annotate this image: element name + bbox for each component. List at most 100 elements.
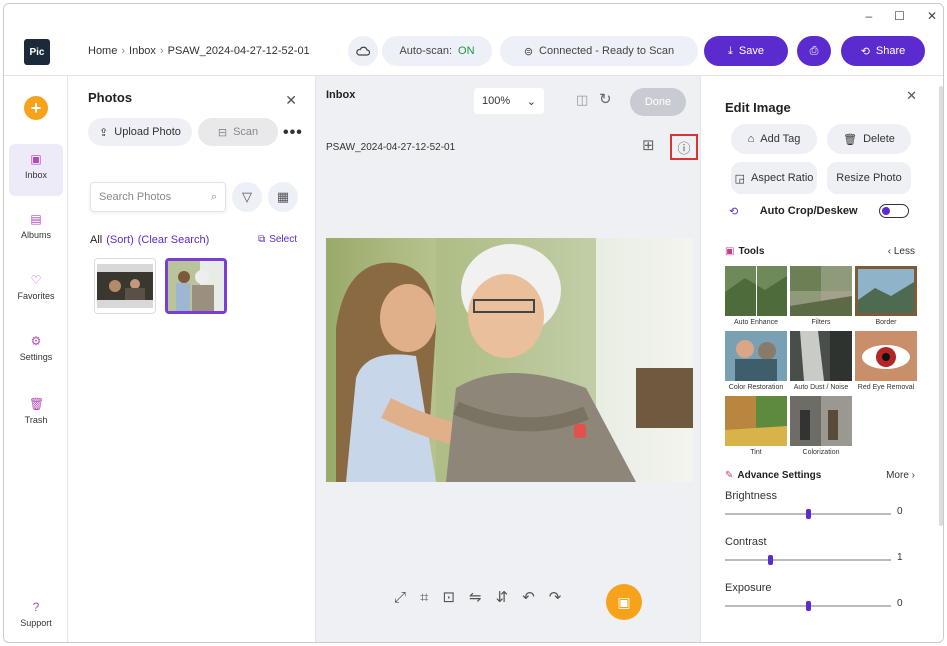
cloud-button[interactable] <box>348 36 378 66</box>
autoscan-label: Auto-scan: <box>399 45 453 57</box>
breadcrumb-inbox[interactable]: Inbox <box>129 45 156 57</box>
search-input[interactable]: Search Photos ⌕ <box>90 182 226 212</box>
main-photo <box>326 238 693 482</box>
auto-crop-toggle[interactable] <box>878 204 909 218</box>
filter-all[interactable]: All <box>90 234 102 246</box>
share-button[interactable]: ⟲ Share <box>841 36 925 66</box>
thumbnail-image <box>168 261 224 311</box>
app-window: – ☐ ✕ Pic Home › Inbox › PSAW_2024-04-27… <box>3 3 944 643</box>
edit-panel-scrollbar[interactable] <box>939 86 943 526</box>
window-controls: – ☐ ✕ <box>865 9 937 23</box>
tools-less-button[interactable]: ‹ Less <box>888 246 915 257</box>
gear-icon: ⚙ <box>30 334 42 348</box>
save-button[interactable]: ⤓ Save <box>704 36 788 66</box>
crop-icon[interactable]: ⌗ <box>420 589 428 606</box>
tools-icon: ▣ <box>725 246 735 257</box>
rotate-icon[interactable]: ↻ <box>599 90 612 108</box>
edit-panel: Edit Image ✕ ⌂ Add Tag 🗑 Delete ◲ Aspect… <box>700 76 943 642</box>
add-button[interactable]: + <box>24 96 48 120</box>
done-button[interactable]: Done <box>630 88 686 116</box>
rotate-frame-icon[interactable]: ⊡ <box>442 588 455 606</box>
trash-icon: 🗑 <box>29 397 45 411</box>
tool-colorization[interactable]: Colorization <box>790 396 852 456</box>
maximize-button[interactable]: ☐ <box>894 9 905 23</box>
close-icon[interactable]: ✕ <box>906 88 917 104</box>
resize-label: Resize Photo <box>836 172 902 184</box>
print-button[interactable]: ⎙ <box>797 36 831 66</box>
thumbnail-image <box>97 264 153 308</box>
advance-settings-icon: ✎ <box>725 470 734 481</box>
select-label: Select <box>269 234 297 245</box>
more-options-icon[interactable]: ••• <box>283 124 303 142</box>
save-image-fab[interactable]: ▣ <box>606 584 642 620</box>
flip-horizontal-icon[interactable]: ⇋ <box>469 588 482 606</box>
tool-border[interactable]: Border <box>855 266 917 326</box>
brightness-slider[interactable] <box>725 509 891 519</box>
expand-icon[interactable]: ⤢ <box>394 589 406 606</box>
tool-filters[interactable]: Filters <box>790 266 852 326</box>
slider-knob[interactable] <box>806 601 811 611</box>
photo-thumbnail[interactable] <box>94 258 156 314</box>
info-button[interactable]: ⓘ <box>670 134 698 160</box>
app-logo: Pic <box>24 39 50 65</box>
breadcrumb-home[interactable]: Home <box>88 45 117 57</box>
nav-item-support[interactable]: ? Support <box>9 592 63 642</box>
filter-button[interactable]: ▽ <box>232 182 262 212</box>
nav-label: Support <box>20 618 52 628</box>
nav-item-inbox[interactable]: ▣ Inbox <box>9 144 63 196</box>
nav-item-favorites[interactable]: ♡ Favorites <box>9 265 63 317</box>
image-add-icon[interactable]: ⊞ <box>642 136 655 154</box>
select-button[interactable]: ⧉ Select <box>258 234 297 245</box>
nav-item-trash[interactable]: 🗑 Trash <box>9 389 63 441</box>
viewer-title: Inbox <box>326 89 356 101</box>
delete-label: Delete <box>863 133 895 145</box>
tools-header: ▣ Tools <box>725 246 764 257</box>
flip-vertical-icon[interactable]: ⇵ <box>496 588 509 606</box>
nav-label: Inbox <box>24 170 48 180</box>
chevron-down-icon: ⌄ <box>526 95 536 108</box>
nav-item-settings[interactable]: ⚙ Settings <box>9 326 63 378</box>
close-window-button[interactable]: ✕ <box>927 9 937 23</box>
calendar-button[interactable]: ▦ <box>268 182 298 212</box>
undo-icon[interactable]: ↶ <box>522 588 535 606</box>
slider-knob[interactable] <box>767 555 773 565</box>
photos-title: Photos <box>88 90 133 105</box>
nav-label: Settings <box>19 352 53 362</box>
upload-photo-button[interactable]: ⇪ Upload Photo <box>88 118 192 146</box>
print-icon: ⎙ <box>809 44 819 57</box>
exposure-slider[interactable] <box>725 601 891 611</box>
aspect-ratio-button[interactable]: ◲ Aspect Ratio <box>731 162 817 194</box>
resize-photo-button[interactable]: Resize Photo <box>827 162 911 194</box>
tool-label: Auto Enhance <box>734 319 778 326</box>
zoom-select[interactable]: 100% ⌄ <box>474 88 544 114</box>
tool-label: Auto Dust / Noise <box>793 384 849 391</box>
tool-thumbnail <box>855 331 917 381</box>
sort-link[interactable]: (Sort) <box>106 234 134 246</box>
nav-item-albums[interactable]: ▤ Albums <box>9 204 63 256</box>
clear-search-link[interactable]: (Clear Search) <box>138 234 210 246</box>
tool-red-eye-removal[interactable]: Red Eye Removal <box>855 331 917 391</box>
contrast-slider[interactable] <box>725 555 891 565</box>
delete-button[interactable]: 🗑 Delete <box>827 124 911 154</box>
contrast-label: Contrast <box>725 536 767 548</box>
photo-thumbnail-selected[interactable] <box>165 258 227 314</box>
more-button[interactable]: More › <box>886 470 915 481</box>
select-icon: ⧉ <box>258 234 266 245</box>
connection-status[interactable]: ⊜ Connected - Ready to Scan <box>500 36 698 66</box>
minimize-button[interactable]: – <box>865 9 872 23</box>
redo-icon[interactable]: ↷ <box>549 588 562 606</box>
tools-less-label: Less <box>893 246 915 257</box>
tool-auto-enhance[interactable]: Auto Enhance <box>725 266 787 326</box>
tool-auto-dust-noise[interactable]: Auto Dust / Noise <box>790 331 852 391</box>
compare-icon[interactable]: ◫ <box>576 92 588 108</box>
slider-knob[interactable] <box>806 509 811 519</box>
tool-tint[interactable]: Tint <box>725 396 787 456</box>
close-icon[interactable]: ✕ <box>285 92 297 109</box>
add-tag-button[interactable]: ⌂ Add Tag <box>731 124 817 154</box>
info-icon: ⓘ <box>677 140 691 156</box>
tool-color-restoration[interactable]: Color Restoration <box>725 331 787 391</box>
advance-title: Advance Settings <box>737 470 822 481</box>
autoscan-status[interactable]: Auto-scan: ON <box>382 36 492 66</box>
tool-thumbnail <box>725 331 787 381</box>
scan-button[interactable]: ⊟ Scan <box>198 118 278 146</box>
